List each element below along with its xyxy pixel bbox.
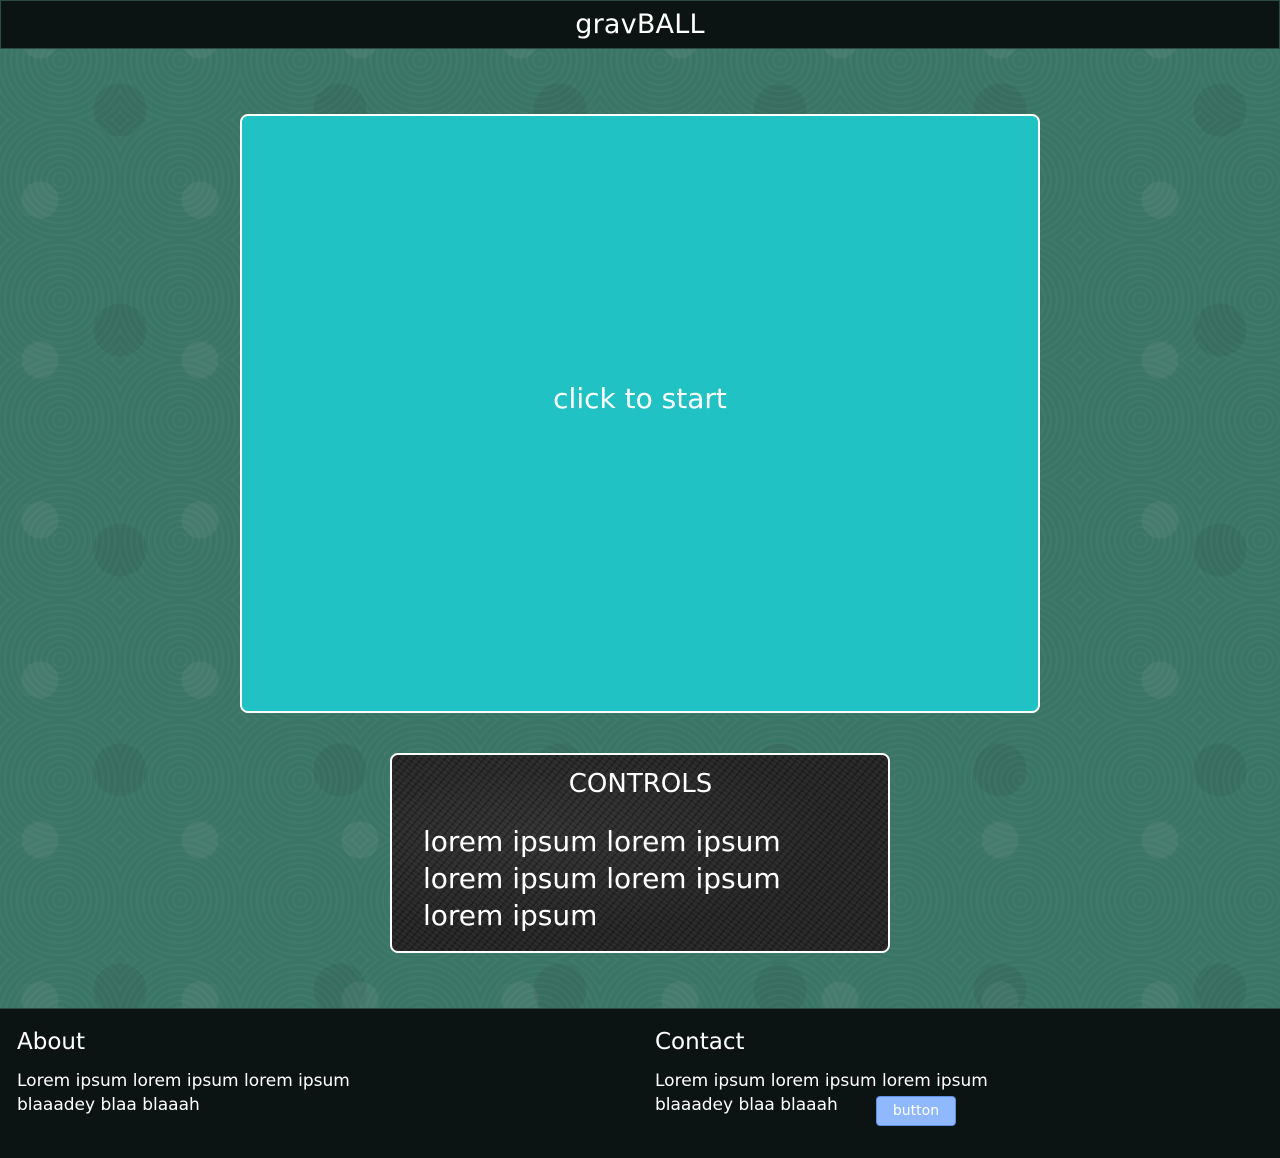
- footer-button[interactable]: button: [876, 1096, 956, 1126]
- controls-panel: CONTROLS lorem ipsum lorem ipsum lorem i…: [390, 753, 890, 953]
- about-section: About Lorem ipsum lorem ipsum lorem ipsu…: [17, 1029, 377, 1117]
- header-bar: gravBALL: [0, 0, 1280, 49]
- contact-heading: Contact: [655, 1029, 745, 1055]
- page-title: gravBALL: [575, 9, 705, 40]
- about-text: Lorem ipsum lorem ipsum lorem ipsum blaa…: [17, 1071, 350, 1115]
- controls-text: lorem ipsum lorem ipsum lorem ipsum lore…: [423, 825, 781, 932]
- contact-section: Contact Lorem ipsum lorem ipsum lorem ip…: [655, 1029, 1015, 1117]
- start-prompt[interactable]: click to start: [553, 382, 727, 415]
- about-heading: About: [17, 1029, 86, 1055]
- contact-text: Lorem ipsum lorem ipsum lorem ipsum blaa…: [655, 1071, 988, 1115]
- footer: About Lorem ipsum lorem ipsum lorem ipsu…: [0, 1008, 1280, 1158]
- controls-heading: CONTROLS: [568, 769, 713, 799]
- game-canvas[interactable]: click to start: [240, 114, 1040, 713]
